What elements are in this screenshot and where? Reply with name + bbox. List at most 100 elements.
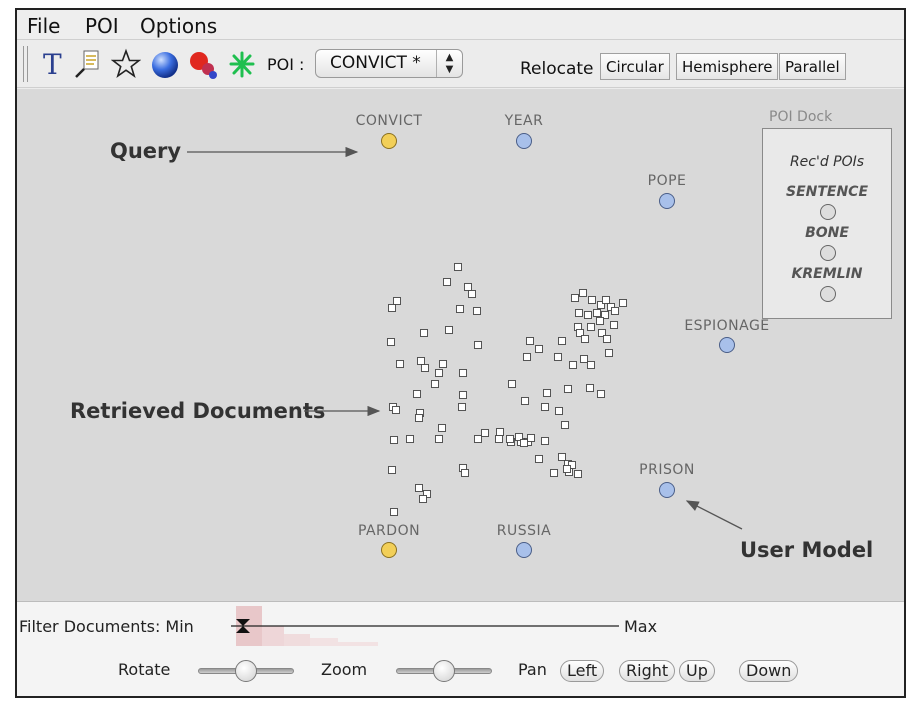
- document-marker[interactable]: [417, 357, 425, 365]
- poi-select[interactable]: CONVICT * ▲ ▼: [315, 49, 463, 78]
- document-marker[interactable]: [543, 389, 551, 397]
- document-marker[interactable]: [541, 437, 549, 445]
- document-marker[interactable]: [555, 407, 563, 415]
- document-marker[interactable]: [390, 436, 398, 444]
- document-marker[interactable]: [574, 470, 582, 478]
- rotate-slider-knob[interactable]: [235, 660, 257, 682]
- document-marker[interactable]: [438, 424, 446, 432]
- document-marker[interactable]: [611, 307, 619, 315]
- toolbar-grip[interactable]: [23, 46, 28, 82]
- document-marker[interactable]: [474, 341, 482, 349]
- document-marker[interactable]: [421, 364, 429, 372]
- document-marker[interactable]: [586, 384, 594, 392]
- document-marker[interactable]: [605, 349, 613, 357]
- pan-up-button[interactable]: Up: [679, 660, 715, 682]
- star-icon[interactable]: [110, 48, 142, 80]
- dock-poi-sentence[interactable]: [820, 204, 836, 220]
- cluster-icon[interactable]: [188, 48, 218, 80]
- document-marker[interactable]: [396, 360, 404, 368]
- zoom-slider-knob[interactable]: [433, 660, 455, 682]
- document-marker[interactable]: [563, 465, 571, 473]
- document-marker[interactable]: [459, 391, 467, 399]
- document-marker[interactable]: [587, 361, 595, 369]
- document-marker[interactable]: [508, 380, 516, 388]
- poi-node-convict[interactable]: [381, 133, 397, 149]
- poi-node-prison[interactable]: [659, 482, 675, 498]
- document-marker[interactable]: [435, 435, 443, 443]
- document-marker[interactable]: [579, 289, 587, 297]
- document-marker[interactable]: [481, 429, 489, 437]
- document-marker[interactable]: [564, 385, 572, 393]
- document-marker[interactable]: [431, 380, 439, 388]
- document-marker[interactable]: [390, 508, 398, 516]
- text-tool-icon[interactable]: T: [39, 48, 69, 81]
- burst-icon[interactable]: [227, 48, 257, 80]
- document-marker[interactable]: [593, 309, 601, 317]
- document-marker[interactable]: [459, 369, 467, 377]
- document-marker[interactable]: [456, 305, 464, 313]
- document-marker[interactable]: [393, 297, 401, 305]
- document-marker[interactable]: [506, 435, 514, 443]
- document-search-icon[interactable]: [73, 48, 103, 80]
- poi-dock[interactable]: Rec'd POIs SENTENCE BONE KREMLIN: [762, 128, 892, 319]
- document-marker[interactable]: [527, 434, 535, 442]
- document-marker[interactable]: [597, 390, 605, 398]
- document-marker[interactable]: [454, 263, 462, 271]
- document-marker[interactable]: [406, 435, 414, 443]
- menu-options[interactable]: Options: [140, 14, 217, 38]
- document-marker[interactable]: [415, 484, 423, 492]
- menu-poi[interactable]: POI: [85, 14, 119, 38]
- relocate-hemisphere-button[interactable]: Hemisphere: [676, 53, 779, 80]
- document-marker[interactable]: [550, 469, 558, 477]
- document-marker[interactable]: [521, 397, 529, 405]
- document-marker[interactable]: [388, 304, 396, 312]
- document-marker[interactable]: [575, 309, 583, 317]
- poi-node-pardon[interactable]: [381, 542, 397, 558]
- document-marker[interactable]: [541, 403, 549, 411]
- pan-right-button[interactable]: Right: [619, 660, 676, 682]
- document-marker[interactable]: [435, 369, 443, 377]
- document-marker[interactable]: [413, 390, 421, 398]
- document-marker[interactable]: [596, 317, 604, 325]
- document-marker[interactable]: [461, 469, 469, 477]
- document-marker[interactable]: [580, 355, 588, 363]
- document-marker[interactable]: [388, 466, 396, 474]
- document-marker[interactable]: [445, 326, 453, 334]
- dock-poi-kremlin[interactable]: [820, 286, 836, 302]
- document-marker[interactable]: [474, 435, 482, 443]
- poi-node-russia[interactable]: [516, 542, 532, 558]
- document-marker[interactable]: [387, 338, 395, 346]
- poi-node-pope[interactable]: [659, 193, 675, 209]
- relocate-parallel-button[interactable]: Parallel: [779, 53, 846, 80]
- document-marker[interactable]: [558, 453, 566, 461]
- document-marker[interactable]: [420, 329, 428, 337]
- document-marker[interactable]: [443, 278, 451, 286]
- document-marker[interactable]: [554, 353, 562, 361]
- document-marker[interactable]: [602, 296, 610, 304]
- document-marker[interactable]: [581, 335, 589, 343]
- document-marker[interactable]: [571, 294, 579, 302]
- document-marker[interactable]: [392, 406, 400, 414]
- document-marker[interactable]: [473, 307, 481, 315]
- document-marker[interactable]: [520, 439, 528, 447]
- poi-select-stepper-icon[interactable]: ▲ ▼: [436, 50, 462, 77]
- menu-file[interactable]: File: [27, 14, 60, 38]
- document-marker[interactable]: [561, 421, 569, 429]
- poi-node-year[interactable]: [516, 133, 532, 149]
- visualization-canvas[interactable]: CONVICT YEAR POPE ESPIONAGE PRISON PARDO…: [17, 89, 904, 601]
- pan-left-button[interactable]: Left: [560, 660, 605, 682]
- document-marker[interactable]: [610, 321, 618, 329]
- document-marker[interactable]: [496, 428, 504, 436]
- document-marker[interactable]: [619, 299, 627, 307]
- document-marker[interactable]: [458, 403, 466, 411]
- document-marker[interactable]: [558, 337, 566, 345]
- document-marker[interactable]: [526, 337, 534, 345]
- document-marker[interactable]: [584, 311, 592, 319]
- document-marker[interactable]: [588, 296, 596, 304]
- document-marker[interactable]: [603, 335, 611, 343]
- document-marker[interactable]: [569, 361, 577, 369]
- dock-poi-bone[interactable]: [820, 245, 836, 261]
- document-marker[interactable]: [587, 323, 595, 331]
- document-marker[interactable]: [468, 290, 476, 298]
- document-marker[interactable]: [439, 360, 447, 368]
